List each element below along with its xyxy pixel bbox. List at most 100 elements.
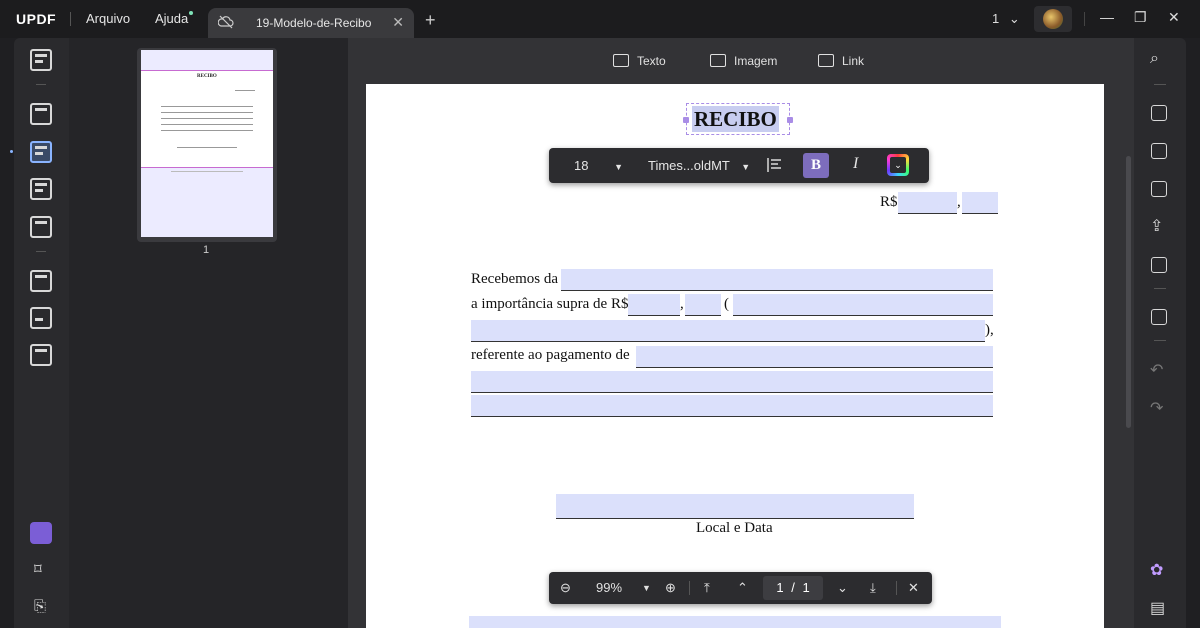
document-title[interactable]: RECIBO: [692, 106, 779, 132]
page-thumbnail[interactable]: RECIBO: [137, 48, 277, 242]
add-link-label: Link: [842, 54, 865, 68]
chevron-down-icon: ⌄: [1008, 11, 1020, 26]
divider: [36, 84, 46, 85]
avatar: [1043, 9, 1063, 29]
redo-icon[interactable]: ↷: [1150, 398, 1163, 418]
close-zoom-bar-icon[interactable]: ✕: [908, 580, 919, 596]
currency-label: R$: [880, 194, 898, 210]
resize-handle[interactable]: [787, 117, 793, 123]
layers-icon[interactable]: [30, 522, 52, 544]
organize-pages-icon[interactable]: [30, 270, 52, 292]
email-icon[interactable]: [1151, 257, 1167, 273]
text-color-button[interactable]: ⌄: [887, 154, 909, 176]
previous-page-icon[interactable]: ⌃: [737, 580, 748, 596]
total-pages: 1: [802, 580, 810, 595]
payment-reference-field[interactable]: [636, 346, 993, 368]
amount-reais-field[interactable]: [628, 294, 680, 316]
comment-icon[interactable]: [30, 103, 52, 125]
zoom-in-icon[interactable]: ⊕: [665, 580, 676, 596]
document-viewer: Texto Imagem Link RECIBO R$ , Recebemos …: [348, 38, 1134, 628]
menu-ajuda[interactable]: Ajuda: [155, 11, 188, 26]
sign-icon[interactable]: [30, 216, 52, 238]
thumbnail-highlight: [141, 70, 273, 168]
cents-field[interactable]: [962, 192, 998, 214]
resize-handle[interactable]: [683, 117, 689, 123]
payer-field[interactable]: [561, 269, 993, 291]
ocr-icon[interactable]: [1151, 105, 1167, 121]
edit-pdf-icon[interactable]: [30, 141, 52, 163]
add-text-button[interactable]: Texto: [613, 54, 666, 68]
protect-icon[interactable]: [1151, 181, 1167, 197]
amount-field[interactable]: [898, 192, 957, 214]
redact-icon[interactable]: [30, 344, 52, 366]
form-icon[interactable]: [30, 178, 52, 200]
add-image-button[interactable]: Imagem: [710, 54, 777, 68]
payment-reference-line3[interactable]: [471, 395, 993, 417]
caret-down-icon: ▼: [741, 162, 751, 172]
page-number-input[interactable]: 1 / 1: [763, 576, 823, 600]
save-icon[interactable]: [1151, 309, 1167, 325]
ai-assistant-icon[interactable]: ✿: [1150, 560, 1163, 580]
zoom-level-value[interactable]: 99%: [596, 580, 622, 595]
place-date-field[interactable]: [556, 494, 914, 519]
thumbnail-line: [161, 130, 253, 131]
font-family-select[interactable]: Times...oldMT ▼: [648, 158, 750, 173]
font-size-value: 18: [574, 158, 589, 173]
next-page-icon[interactable]: ⌄: [837, 580, 848, 596]
add-link-button[interactable]: Link: [818, 54, 864, 68]
title-bar: UPDF Arquivo Ajuda 19-Modelo-de-Recibo ✕…: [0, 0, 1200, 38]
attachment-icon[interactable]: ⎘: [34, 598, 46, 615]
thumbnail-line: [161, 124, 253, 125]
last-page-icon[interactable]: ⤓: [870, 580, 876, 596]
page-count-selector[interactable]: 1 ⌄: [992, 11, 1020, 27]
updf-logo[interactable]: UPDF: [16, 11, 56, 27]
signature-field[interactable]: [469, 616, 1001, 628]
left-toolbar: ⌑ ⎘: [14, 38, 69, 628]
thumbnail-line: [161, 118, 253, 119]
italic-button[interactable]: I: [853, 155, 858, 173]
amount-words-field[interactable]: [733, 294, 993, 316]
zoom-out-icon[interactable]: ⊖: [560, 580, 571, 596]
amount-label: a importância supra de R$: [471, 296, 629, 312]
account-button[interactable]: [1034, 6, 1072, 32]
tab-document[interactable]: 19-Modelo-de-Recibo ✕: [208, 8, 414, 38]
comment-list-icon[interactable]: ▤: [1150, 598, 1165, 618]
menu-divider: [70, 12, 71, 26]
first-page-icon[interactable]: ⤒: [704, 580, 710, 596]
active-indicator: [10, 150, 13, 153]
font-size-select[interactable]: 18 ▼: [574, 158, 623, 173]
vertical-scrollbar[interactable]: [1126, 156, 1131, 428]
bold-button[interactable]: B: [803, 153, 829, 178]
zoom-dropdown-icon[interactable]: ▼: [642, 583, 651, 593]
divider: [36, 251, 46, 252]
align-left-icon[interactable]: [767, 158, 782, 172]
amount-words-continued-field[interactable]: [471, 320, 985, 342]
divider: [1154, 288, 1166, 289]
divider: [1154, 340, 1166, 341]
image-icon: [710, 54, 726, 67]
divider: [896, 581, 897, 595]
search-icon[interactable]: ⌕: [1150, 50, 1159, 68]
thumbnail-page: RECIBO: [141, 50, 273, 237]
convert-icon[interactable]: [1151, 143, 1167, 159]
cloud-off-icon: [218, 15, 234, 29]
payment-reference-line2[interactable]: [471, 371, 993, 393]
divider: [1084, 12, 1085, 26]
tab-close-icon[interactable]: ✕: [392, 14, 404, 31]
minimize-icon[interactable]: —: [1100, 9, 1114, 25]
menu-arquivo[interactable]: Arquivo: [86, 11, 130, 26]
bookmark-icon[interactable]: ⌑: [34, 560, 42, 578]
thumbnail-line: [161, 112, 253, 113]
thumbnail-page-number: 1: [203, 244, 210, 256]
crop-icon[interactable]: [30, 307, 52, 329]
undo-icon[interactable]: ↶: [1150, 360, 1163, 380]
amount-cents-field[interactable]: [685, 294, 721, 316]
reader-icon[interactable]: [30, 49, 52, 71]
selected-text-box[interactable]: RECIBO: [683, 103, 793, 135]
share-icon[interactable]: ⇪: [1150, 216, 1163, 236]
comma-text: ,: [957, 194, 961, 210]
add-tab-button[interactable]: +: [425, 10, 436, 31]
font-family-value: Times...oldMT: [648, 158, 730, 173]
close-window-icon[interactable]: ✕: [1168, 9, 1180, 26]
restore-icon[interactable]: ❐: [1134, 9, 1147, 26]
